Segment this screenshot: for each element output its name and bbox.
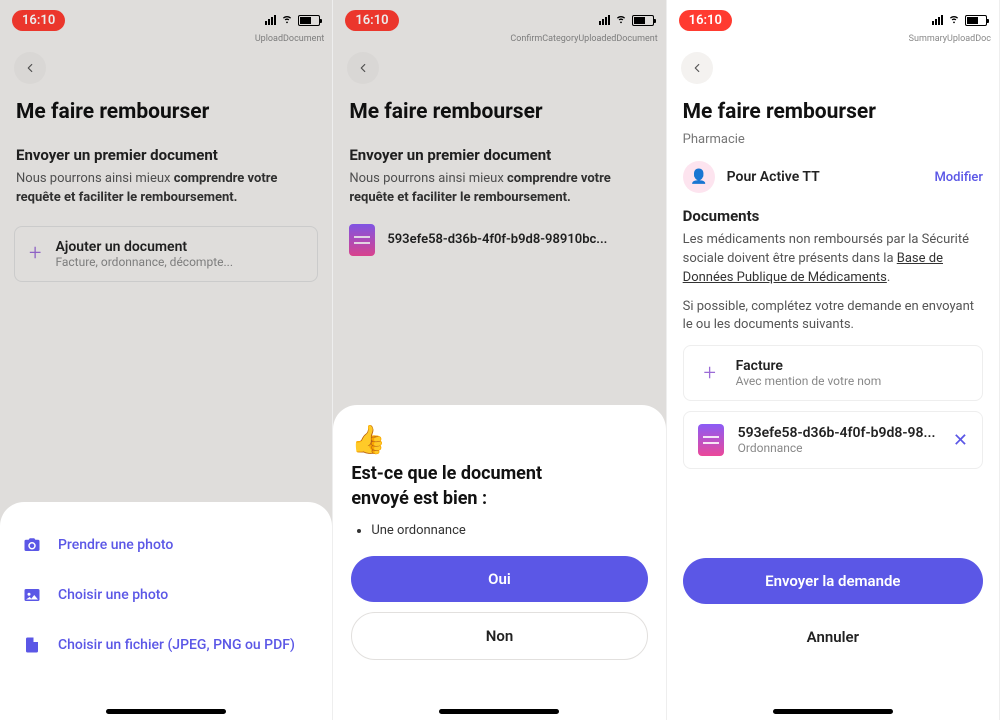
screen-summary-upload: 16:10 SummaryUploadDoc Me faire rembours… (667, 0, 1000, 720)
option-label: Choisir un fichier (JPEG, PNG ou PDF) (58, 637, 295, 653)
status-bar: 16:10 (667, 0, 999, 36)
submit-button[interactable]: Envoyer la demande (683, 558, 983, 604)
signal-icon (599, 15, 610, 25)
yes-button[interactable]: Oui (351, 556, 647, 602)
back-button[interactable] (681, 52, 713, 84)
confirm-bullet: Une ordonnance (371, 523, 647, 538)
signal-icon (932, 15, 943, 25)
status-time: 16:10 (345, 10, 398, 31)
page-title: Me faire rembourser (16, 100, 316, 124)
uploaded-file-row[interactable]: 593efe58-d36b-4f0f-b9d8-98910bc... (349, 224, 649, 256)
document-icon (698, 424, 724, 456)
wifi-icon (614, 11, 628, 29)
option-take-photo[interactable]: Prendre une photo (18, 520, 314, 570)
battery-icon (632, 15, 654, 26)
screen-upload-document: 16:10 UploadDocument Me faire rembourser… (0, 0, 333, 720)
option-choose-file[interactable]: Choisir un fichier (JPEG, PNG ou PDF) (18, 620, 314, 670)
cancel-button[interactable]: Annuler (683, 614, 983, 660)
category-label: Pharmacie (683, 132, 983, 147)
add-facture-card[interactable]: + Facture Avec mention de votre nom (683, 345, 983, 401)
screen-label: SummaryUploadDoc (667, 34, 999, 44)
confirm-sheet: 👍 Est-ce que le document envoyé est bien… (333, 405, 665, 720)
status-icons (932, 11, 987, 29)
status-time: 16:10 (679, 10, 732, 31)
uploaded-doc-card: 593efe58-d36b-4f0f-b9d8-98... Ordonnance… (683, 411, 983, 469)
file-name: 593efe58-d36b-4f0f-b9d8-98910bc... (387, 232, 607, 247)
screen-label: UploadDocument (0, 34, 332, 44)
section-title: Envoyer un premier document (16, 146, 316, 164)
q-line2: envoyé est bien : (351, 488, 487, 509)
plus-icon: + (698, 361, 722, 386)
status-icons (599, 11, 654, 29)
wifi-icon (280, 11, 294, 29)
section-description: Nous pourrons ainsi mieux comprendre vot… (349, 170, 649, 208)
page-title: Me faire rembourser (683, 100, 983, 124)
add-doc-sub: Facture, ordonnance, décompte... (55, 255, 233, 269)
wifi-icon (947, 11, 961, 29)
screen-label: ConfirmCategoryUploadedDocument (333, 34, 665, 44)
info-text-2: Si possible, complétez votre demande en … (683, 298, 983, 336)
image-icon (22, 586, 42, 604)
info-text-1: Les médicaments non remboursés par la Sé… (683, 231, 983, 288)
uploaded-file-type: Ordonnance (738, 441, 939, 455)
camera-icon (22, 536, 42, 554)
beneficiary-row: 👤 Pour Active TT Modifier (683, 161, 983, 193)
battery-icon (965, 15, 987, 26)
confirm-question: Est-ce que le document envoyé est bien : (351, 462, 647, 511)
option-choose-photo[interactable]: Choisir une photo (18, 570, 314, 620)
plus-icon: + (29, 241, 41, 266)
bottom-actions: Envoyer la demande Annuler (667, 544, 999, 720)
section-title: Envoyer un premier document (349, 146, 649, 164)
no-button[interactable]: Non (351, 612, 647, 660)
option-label: Prendre une photo (58, 537, 173, 553)
file-icon (22, 636, 42, 654)
desc-pre: Nous pourrons ainsi mieux (349, 171, 507, 186)
status-icons (265, 11, 320, 29)
status-bar: 16:10 (333, 0, 665, 36)
signal-icon (265, 15, 276, 25)
facture-title: Facture (736, 358, 882, 374)
confirm-bullet-list: Une ordonnance (371, 523, 647, 538)
document-icon (349, 224, 375, 256)
add-document-card[interactable]: + Ajouter un document Facture, ordonnanc… (14, 226, 318, 282)
add-doc-title: Ajouter un document (55, 239, 233, 255)
documents-title: Documents (683, 207, 983, 225)
thumbs-up-icon: 👍 (351, 423, 647, 456)
upload-source-sheet: Prendre une photo Choisir une photo Choi… (0, 502, 332, 720)
back-button[interactable] (347, 52, 379, 84)
avatar-icon: 👤 (683, 161, 715, 193)
q-line1: Est-ce que le document (351, 463, 542, 484)
section-description: Nous pourrons ainsi mieux comprendre vot… (16, 170, 316, 208)
uploaded-file-name: 593efe58-d36b-4f0f-b9d8-98... (738, 425, 939, 441)
modify-link[interactable]: Modifier (934, 170, 983, 185)
status-bar: 16:10 (0, 0, 332, 36)
option-label: Choisir une photo (58, 587, 168, 603)
home-indicator (106, 709, 226, 714)
battery-icon (298, 15, 320, 26)
page-title: Me faire rembourser (349, 100, 649, 124)
home-indicator (439, 709, 559, 714)
beneficiary-name: Pour Active TT (727, 169, 923, 185)
screen-confirm-category: 16:10 ConfirmCategoryUploadedDocument Me… (333, 0, 666, 720)
remove-doc-button[interactable]: ✕ (953, 430, 968, 451)
status-time: 16:10 (12, 10, 65, 31)
desc-pre: Nous pourrons ainsi mieux (16, 171, 174, 186)
home-indicator (773, 709, 893, 714)
back-button[interactable] (14, 52, 46, 84)
facture-sub: Avec mention de votre nom (736, 374, 882, 388)
